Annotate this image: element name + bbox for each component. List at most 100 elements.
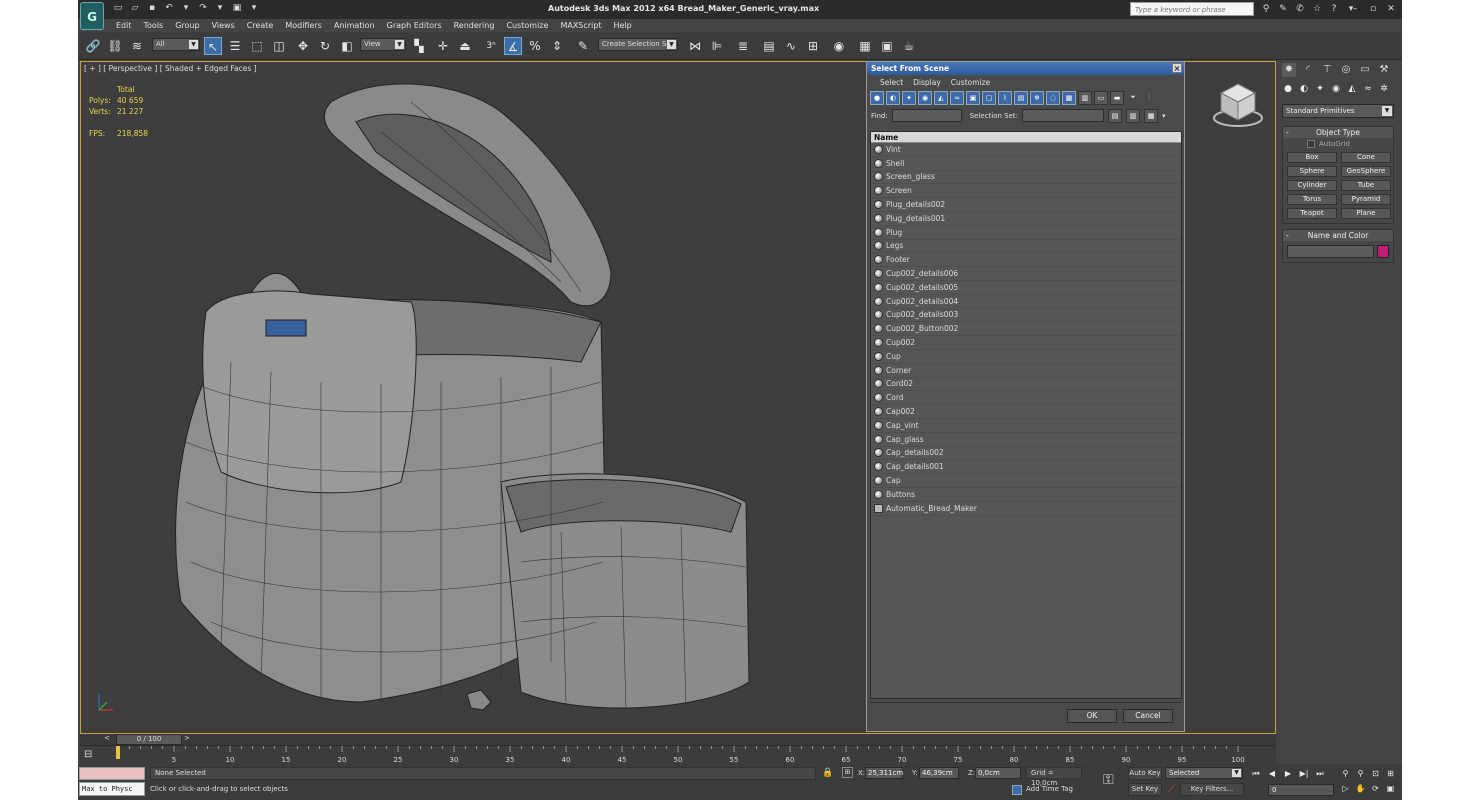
display-containers-icon[interactable]: ▤ (1014, 91, 1028, 105)
auto-key-button[interactable]: Auto Key (1128, 767, 1162, 780)
filter-icon[interactable]: ⏷ (1126, 91, 1140, 105)
list-item[interactable]: Plug (871, 226, 1181, 240)
cylinder-button[interactable]: Cylinder (1287, 180, 1337, 191)
display-cameras-icon[interactable]: ◉ (918, 91, 932, 105)
list-item[interactable]: Cap002 (871, 405, 1181, 419)
display-groups-icon[interactable]: ▣ (966, 91, 980, 105)
rendered-frame-window-icon[interactable]: ▣ (878, 37, 896, 55)
curve-editor-icon[interactable]: ∿ (782, 37, 800, 55)
scale-icon[interactable]: ◧ (338, 37, 356, 55)
render-setup-icon[interactable]: ▦ (856, 37, 874, 55)
selection-set-dropdown[interactable] (1022, 109, 1105, 122)
modify-tab-icon[interactable]: ◜ (1301, 63, 1315, 77)
set-key-button[interactable]: Set Key (1128, 783, 1162, 796)
list-item[interactable]: Plug_details002 (871, 198, 1181, 212)
menu-tools[interactable]: Tools (138, 19, 170, 32)
rectangular-selection-icon[interactable]: ⬚ (248, 37, 266, 55)
percent-snap-icon[interactable]: % (526, 37, 544, 55)
select-all-icon[interactable]: ▥ (1078, 91, 1092, 105)
keyboard-shortcut-override-icon[interactable]: ⏏ (456, 37, 474, 55)
list-item[interactable]: Cup002_details006 (871, 267, 1181, 281)
z-coordinate-field[interactable]: 0,0cm (975, 767, 1021, 779)
track-bar[interactable]: ⊟ 5 10 15 20 25 30 35 40 45 50 55 60 65 70 75 80 85 90 95 1… (80, 745, 1276, 764)
cameras-icon[interactable]: ◉ (1330, 83, 1342, 95)
list-item[interactable]: Screen_glass (871, 171, 1181, 185)
time-slider-prev-button[interactable]: < (104, 734, 114, 742)
menu-maxscript[interactable]: MAXScript (554, 19, 607, 32)
list-item[interactable]: Buttons (871, 488, 1181, 502)
subscription-icon[interactable]: ✎ (1277, 3, 1289, 15)
render-production-icon[interactable]: ☕ (900, 37, 918, 55)
edit-named-selection-icon[interactable]: ✎ (574, 37, 592, 55)
list-item[interactable]: Automatic_Bread_Maker (871, 502, 1181, 516)
list-item[interactable]: Cup002_details003 (871, 309, 1181, 323)
menu-create[interactable]: Create (241, 19, 280, 32)
mirror-icon[interactable]: ⋈ (686, 37, 704, 55)
cone-button[interactable]: Cone (1341, 152, 1391, 163)
key-filters-button[interactable]: Key Filters... (1180, 783, 1244, 796)
object-category-dropdown[interactable]: Standard Primitives ▼ (1282, 104, 1394, 118)
absolute-mode-icon[interactable]: ⊞ (842, 767, 853, 778)
list-item[interactable]: Cup002_Button002 (871, 322, 1181, 337)
set-keys-key-icon[interactable]: ⚿ (1103, 772, 1114, 788)
list-item[interactable]: Vint (871, 143, 1181, 157)
new-file-icon[interactable]: ▭ (112, 2, 124, 14)
selection-set-tool-1-icon[interactable]: ▤ (1108, 108, 1123, 123)
current-frame-marker[interactable] (116, 746, 120, 759)
communication-center-icon[interactable]: ✆ (1294, 3, 1306, 15)
box-button[interactable]: Box (1287, 152, 1337, 163)
search-binoculars-icon[interactable]: ⚲ (1260, 3, 1272, 15)
menu-edit[interactable]: Edit (110, 19, 138, 32)
list-item[interactable]: Cup002 (871, 336, 1181, 350)
hierarchy-tab-icon[interactable]: ⊤ (1320, 63, 1334, 77)
play-icon[interactable]: ▶ (1282, 768, 1294, 779)
display-all-icon[interactable]: ▦ (1062, 91, 1076, 105)
rotate-icon[interactable]: ↻ (316, 37, 334, 55)
list-item[interactable]: Screen (871, 184, 1181, 199)
select-manipulate-icon[interactable]: ✛ (434, 37, 452, 55)
list-item[interactable]: Legs (871, 240, 1181, 254)
display-shapes-icon[interactable]: ◐ (886, 91, 900, 105)
teapot-button[interactable]: Teapot (1287, 208, 1337, 219)
plane-button[interactable]: Plane (1341, 208, 1391, 219)
object-type-rollout-header[interactable]: - Object Type (1283, 127, 1393, 138)
x-coordinate-field[interactable]: 25,311cm (865, 767, 903, 779)
zoom-all-icon[interactable]: ⚲ (1355, 768, 1366, 779)
select-by-name-icon[interactable]: ☰ (226, 37, 244, 55)
dialog-menu-display[interactable]: Display (908, 78, 946, 87)
display-bones-icon[interactable]: ⌇ (998, 91, 1012, 105)
time-slider[interactable]: < 0 / 100 > (80, 734, 1276, 745)
utilities-tab-icon[interactable]: ⚒ (1377, 63, 1391, 77)
ok-button[interactable]: OK (1067, 709, 1117, 723)
customize-quick-access-icon[interactable]: ▾ (248, 2, 260, 14)
bind-spacewarp-icon[interactable]: ≋ (128, 37, 146, 55)
menu-animation[interactable]: Animation (328, 19, 381, 32)
select-none-icon[interactable]: ▭ (1094, 91, 1108, 105)
selection-set-tool-3-icon[interactable]: ▦ (1144, 108, 1159, 123)
select-invert-icon[interactable]: ▬ (1110, 91, 1124, 105)
menu-modifiers[interactable]: Modifiers (279, 19, 328, 32)
display-frozen-icon[interactable]: ❄ (1030, 91, 1044, 105)
toolbar-overflow-icon[interactable]: ▾ (1162, 112, 1166, 120)
display-xrefs-icon[interactable]: ▢ (982, 91, 996, 105)
current-frame-field[interactable]: 0 (1268, 784, 1334, 796)
cancel-button[interactable]: Cancel (1123, 709, 1173, 723)
list-item[interactable]: Cup002_details005 (871, 281, 1181, 295)
menu-rendering[interactable]: Rendering (448, 19, 501, 32)
list-item[interactable]: Cap (871, 474, 1181, 488)
time-slider-thumb[interactable]: 0 / 100 (116, 734, 182, 745)
shapes-icon[interactable]: ◐ (1298, 83, 1310, 95)
menu-group[interactable]: Group (169, 19, 205, 32)
dialog-title-bar[interactable]: Select From Scene × (867, 62, 1184, 75)
display-spacewarps-icon[interactable]: ≈ (950, 91, 964, 105)
y-coordinate-field[interactable]: 46,39cm (919, 767, 959, 779)
list-item[interactable]: Cap_glass (871, 433, 1181, 447)
find-input[interactable] (891, 109, 962, 122)
maxscript-mini-listener-input[interactable]: Max to Physc (79, 782, 145, 796)
project-folder-icon[interactable]: ▣ (231, 2, 243, 14)
help-icon[interactable]: ? (1328, 3, 1340, 15)
menu-graph-editors[interactable]: Graph Editors (381, 19, 448, 32)
maximize-icon[interactable]: ▫ (1368, 3, 1378, 15)
previous-frame-icon[interactable]: ◀ (1266, 768, 1278, 779)
selection-filter-dropdown[interactable]: All ▼ (152, 38, 200, 51)
